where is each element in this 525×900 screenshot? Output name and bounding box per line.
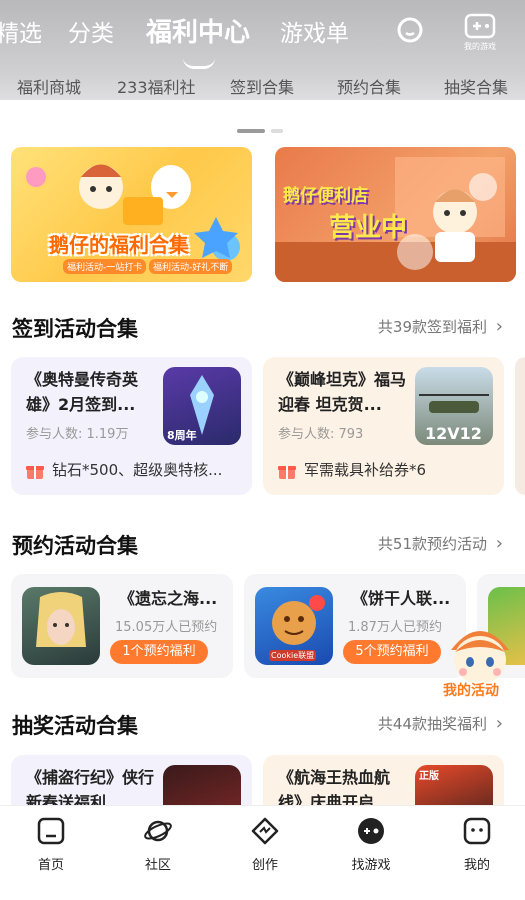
signin-see-all-label: 共39款签到福利 <box>377 318 488 336</box>
card-reward: 军需载具补给券*6 <box>278 459 426 480</box>
find-game-icon <box>358 818 384 844</box>
my-games-button[interactable]: 我的游戏 <box>460 13 500 52</box>
nav-create-label: 创作 <box>251 858 278 873</box>
thumb-badge: 8周年 <box>167 429 197 442</box>
banner-goose-store[interactable]: 鹅仔便利店 营业中 <box>275 147 516 282</box>
gift-icon <box>278 465 296 479</box>
my-activity-widget[interactable]: 我的活动 <box>441 620 519 702</box>
profile-icon <box>463 817 491 845</box>
thumb-badge: 12V12 <box>425 424 482 443</box>
reserve-card-1[interactable]: 《遗忘之海... 15.05万人已预约 1个预约福利 <box>11 574 233 678</box>
subtab-reserve[interactable]: 预约合集 <box>337 74 401 98</box>
sub-tabs: 福利商城 233福利社 签到合集 预约合集 抽奖合集 <box>0 74 525 98</box>
tab-category[interactable]: 分类 <box>68 14 114 48</box>
create-icon <box>251 817 279 845</box>
game-thumbnail: 12V12 <box>415 367 493 445</box>
gift-icon <box>26 465 44 479</box>
card-title: 《奥特曼传奇英雄》2月签到... <box>26 370 139 414</box>
home-icon <box>37 817 65 845</box>
signin-see-all-link[interactable]: 共39款签到福利 › <box>378 316 503 337</box>
lottery-see-all-label: 共44款抽奖福利 <box>377 715 488 733</box>
reserve-benefit-pill[interactable]: 5个预约福利 <box>343 640 441 664</box>
gamepad-icon <box>464 13 496 39</box>
card-title: 《饼干人联... <box>352 589 451 608</box>
thumb-badge: 正版 <box>419 771 439 782</box>
game-thumbnail <box>22 587 100 665</box>
card-participants: 参与人数: 793 <box>278 427 364 442</box>
reserve-benefit-pill[interactable]: 1个预约福利 <box>110 640 208 664</box>
reserve-card-2[interactable]: Cookie联盟 《饼干人联... 1.87万人已预约 5个预约福利 <box>244 574 466 678</box>
tab-featured[interactable]: 精选 <box>0 14 42 48</box>
bottom-nav: 首页 社区 创作 找游戏 我的 <box>0 805 525 888</box>
chevron-right-icon: › <box>495 533 503 554</box>
subtab-233-club[interactable]: 233福利社 <box>117 74 196 98</box>
nav-find-game-label: 找游戏 <box>351 858 391 873</box>
thumb-badge: Cookie联盟 <box>269 650 317 661</box>
top-tabs: 精选 分类 福利中心 游戏单 <box>0 14 525 54</box>
nav-profile[interactable]: 我的 <box>442 816 512 873</box>
carousel-indicator <box>237 120 289 139</box>
subtab-signin[interactable]: 签到合集 <box>230 74 294 98</box>
nav-community-label: 社区 <box>144 858 171 873</box>
card-reward: 钻石*500、超级奥特核... <box>26 459 222 480</box>
reserve-section-title: 预约活动合集 <box>12 534 138 558</box>
tab-welfare-center[interactable]: 福利中心 <box>146 12 250 49</box>
banner-welfare-collection[interactable]: 鹅仔的福利合集 福利活动-一站打卡 福利活动-好礼不断 <box>11 147 252 282</box>
planet-icon <box>144 820 172 842</box>
reserve-see-all-label: 共51款预约活动 <box>377 535 488 553</box>
nav-community[interactable]: 社区 <box>123 816 193 873</box>
banner-1-title: 鹅仔的福利合集 <box>49 233 189 257</box>
nav-profile-label: 我的 <box>463 858 490 873</box>
chevron-right-icon: › <box>495 713 503 734</box>
lottery-see-all-link[interactable]: 共44款抽奖福利 › <box>378 713 503 734</box>
card-reserve-count: 1.87万人已预约 <box>348 620 442 635</box>
banner-2-tag: 营业中 <box>329 213 408 243</box>
chevron-right-icon: › <box>495 316 503 337</box>
my-games-label: 我的游戏 <box>464 42 496 51</box>
signin-card-peek[interactable] <box>515 357 525 495</box>
nav-home-label: 首页 <box>37 858 64 873</box>
subtab-welfare-mall[interactable]: 福利商城 <box>17 74 81 98</box>
nav-create[interactable]: 创作 <box>230 816 300 873</box>
signin-card-2[interactable]: 《巅峰坦克》福马迎春 坦克贺... 参与人数: 793 12V12 军需载具补给… <box>263 357 504 495</box>
card-title: 《巅峰坦克》福马迎春 坦克贺... <box>278 370 407 414</box>
game-thumbnail: 8周年 <box>163 367 241 445</box>
reserve-see-all-link[interactable]: 共51款预约活动 › <box>378 533 503 554</box>
tab-game-list[interactable]: 游戏单 <box>280 14 349 48</box>
my-activity-label: 我的活动 <box>443 683 499 699</box>
lottery-section-title: 抽奖活动合集 <box>12 714 138 738</box>
signin-card-1[interactable]: 《奥特曼传奇英雄》2月签到... 参与人数: 1.19万 8周年 钻石*500、… <box>11 357 252 495</box>
card-reserve-count: 15.05万人已预约 <box>115 620 218 635</box>
subtab-lottery[interactable]: 抽奖合集 <box>444 74 508 98</box>
card-participants: 参与人数: 1.19万 <box>26 427 129 442</box>
nav-home[interactable]: 首页 <box>16 816 86 873</box>
search-icon[interactable] <box>396 16 426 50</box>
game-thumbnail: Cookie联盟 <box>255 587 333 665</box>
signin-section-title: 签到活动合集 <box>12 317 138 341</box>
card-title: 《遗忘之海... <box>119 589 218 608</box>
nav-find-game[interactable]: 找游戏 <box>336 816 406 873</box>
banner-1-sub-2: 福利活动-好礼不断 <box>149 259 233 274</box>
banner-2-title: 鹅仔便利店 <box>283 186 368 206</box>
banner-1-sub-1: 福利活动-一站打卡 <box>63 259 147 274</box>
